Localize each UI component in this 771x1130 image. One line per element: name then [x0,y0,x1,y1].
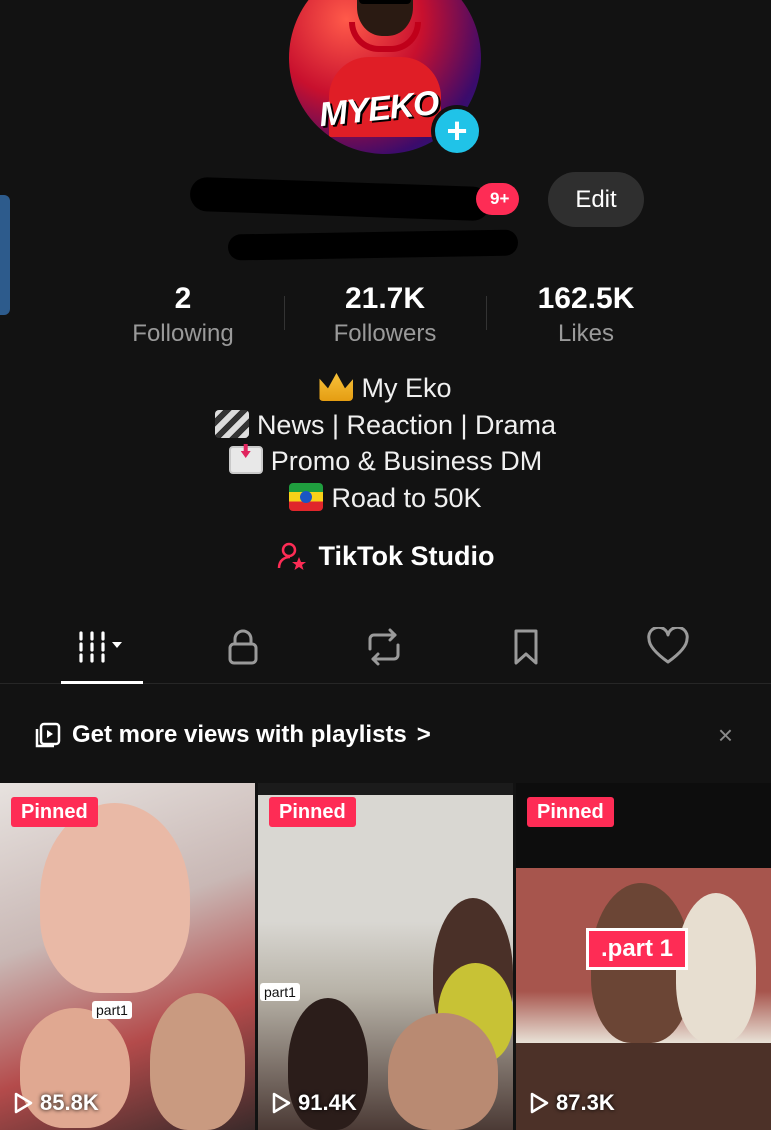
profile-bio: My Eko News | Reaction | Drama Promo & B… [0,370,771,516]
view-count: 85.8K [12,1090,99,1116]
play-icon [530,1092,549,1114]
pinned-badge: Pinned [269,797,356,827]
thumbnail-figure [516,1043,771,1130]
creator-star-icon [278,542,307,570]
videos-grid-icon [79,631,122,663]
bio-line: Promo & Business DM [0,443,771,480]
view-count: 87.3K [528,1090,615,1116]
incoming-envelope-icon [228,446,263,474]
lock-icon [228,629,258,665]
pinned-badge: Pinned [527,797,614,827]
profile-stats: 2 Following 21.7K Followers 162.5K Likes [0,282,771,352]
stat-followers[interactable]: 21.7K Followers [285,282,485,348]
tab-favorites[interactable] [486,622,566,672]
bio-line: News | Reaction | Drama [0,407,771,444]
pinned-badge: Pinned [11,797,98,827]
thumbnail-figure [40,803,190,993]
view-count-text: 87.3K [556,1090,615,1115]
part-overlay: .part 1 [586,928,689,970]
view-count-text: 85.8K [40,1090,99,1115]
crown-icon [319,373,354,401]
redacted-username [189,176,491,222]
play-icon [272,1092,291,1114]
chevron-right-icon: > [416,721,431,748]
add-story-button[interactable]: + [431,105,483,157]
video-thumbnail[interactable]: part1 Pinned 91.4K [258,783,513,1130]
video-grid: part1 Pinned 85.8K part1 Pinned 91.4K .p… [0,783,771,1130]
repost-icon [368,628,400,666]
stat-following[interactable]: 2 Following [83,282,283,348]
stat-label: Following [132,320,234,347]
bio-line-text: My Eko [361,373,452,403]
avatar-headphones [349,22,421,52]
stat-value: 162.5K [537,282,635,315]
profile-tabs [0,610,771,684]
edit-profile-button[interactable]: Edit [548,172,644,227]
stat-divider [486,296,487,330]
stat-value: 2 [174,282,192,315]
bio-line-text: Promo & Business DM [270,446,543,476]
ethiopia-flag-icon [289,482,324,511]
view-count: 91.4K [270,1090,357,1116]
playlist-banner[interactable]: Get more views with playlists > × [0,700,771,770]
playlist-icon [35,722,61,748]
thumbnail-figure [150,993,245,1130]
tab-liked[interactable] [628,622,708,672]
heart-icon [647,627,689,664]
stat-likes[interactable]: 162.5K Likes [486,282,686,348]
play-icon [14,1092,33,1114]
stat-label: Followers [333,320,437,347]
stat-divider [284,296,285,330]
stat-value: 21.7K [344,282,426,315]
bio-line: Road to 50K [0,480,771,517]
bookmark-icon [514,629,538,665]
avatar-sunglasses [359,0,411,4]
age-badge: 9+ [476,183,520,215]
redacted-handle [227,229,519,261]
view-count-text: 91.4K [298,1090,357,1115]
tiktok-studio-link[interactable]: TikTok Studio [0,540,771,572]
tab-private[interactable] [203,622,283,672]
banner-text: Get more views with playlists [72,721,407,748]
part-tag: part1 [92,1001,132,1019]
bio-line: My Eko [0,370,771,407]
close-icon[interactable]: × [718,720,733,751]
video-thumbnail[interactable]: part1 Pinned 85.8K [0,783,255,1130]
studio-label: TikTok Studio [318,540,495,571]
clapperboard-icon [214,409,249,438]
tab-videos[interactable] [61,622,143,684]
video-thumbnail[interactable]: .part 1 Pinned 87.3K [516,783,771,1130]
thumbnail-figure [388,1013,498,1130]
stat-label: Likes [557,320,615,347]
bio-line-text: News | Reaction | Drama [256,409,557,440]
bio-line-text: Road to 50K [331,482,482,513]
tab-reposts[interactable] [344,622,424,672]
part-tag: part1 [260,983,300,1001]
